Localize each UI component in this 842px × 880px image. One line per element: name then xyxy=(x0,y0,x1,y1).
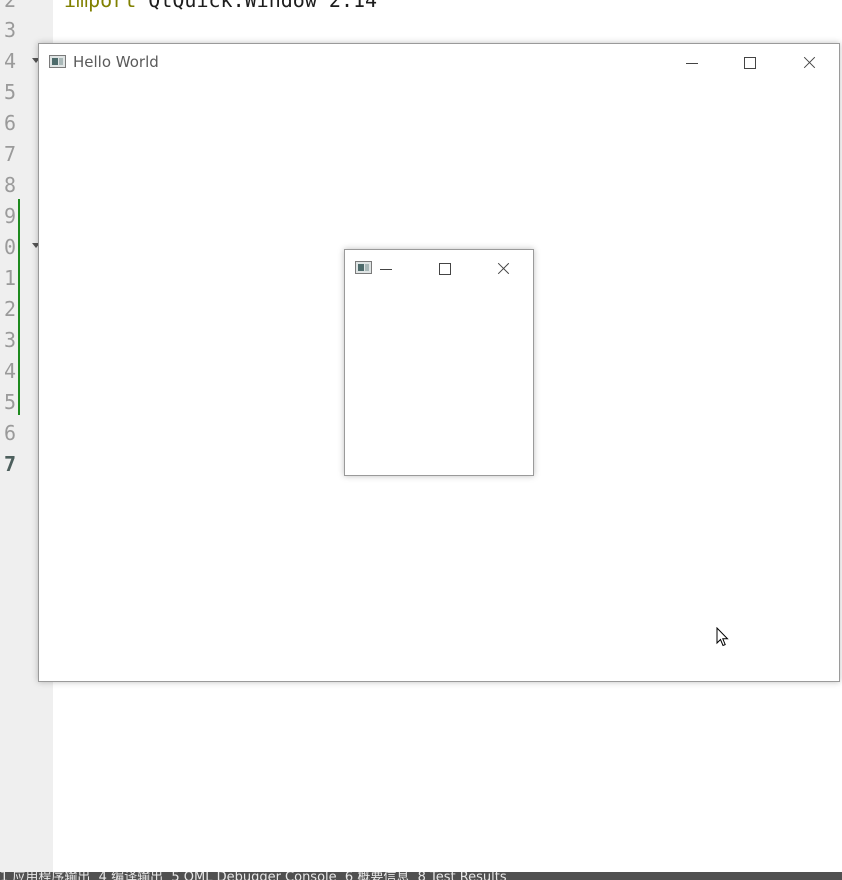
line-number: 5 xyxy=(3,390,16,414)
line-number: 3 xyxy=(3,18,16,42)
line-number: 6 xyxy=(3,421,16,445)
code-line[interactable]: import QtQuick.Window 2.14 xyxy=(64,0,377,12)
window-title: Hello World xyxy=(73,53,159,71)
minimize-icon[interactable] xyxy=(669,46,715,76)
code-keyword: import xyxy=(64,0,137,12)
line-number: 1 xyxy=(3,266,16,290)
line-number-current: 7 xyxy=(3,452,16,476)
line-number: 4 xyxy=(3,359,16,383)
child-window xyxy=(344,249,534,476)
maximize-icon[interactable] xyxy=(422,252,468,282)
close-icon[interactable] xyxy=(786,46,832,76)
line-number: 2 xyxy=(3,297,16,321)
line-number: 5 xyxy=(3,80,16,104)
close-icon[interactable] xyxy=(480,252,526,282)
child-window-titlebar[interactable] xyxy=(345,250,533,286)
line-number: 0 xyxy=(3,235,16,259)
output-tabs-label[interactable]: 1 应用程序输出 4 编译输出 5 QML Debugger Console 6… xyxy=(0,872,515,880)
minimize-icon[interactable] xyxy=(363,252,409,282)
line-number: 4 xyxy=(3,49,16,73)
app-window-icon[interactable] xyxy=(49,55,66,68)
line-number: 6 xyxy=(3,111,16,135)
line-number: 7 xyxy=(3,142,16,166)
line-number: 2 xyxy=(3,0,16,12)
main-window-titlebar[interactable]: Hello World xyxy=(39,44,839,80)
change-indicator-bar xyxy=(18,199,20,415)
mouse-pointer-icon xyxy=(716,627,729,647)
code-text: QtQuick.Window 2.14 xyxy=(136,0,378,12)
line-number: 3 xyxy=(3,328,16,352)
maximize-icon[interactable] xyxy=(727,46,773,76)
output-pane-tabs: 1 应用程序输出 4 编译输出 5 QML Debugger Console 6… xyxy=(0,872,842,880)
line-number: 9 xyxy=(3,204,16,228)
line-number: 8 xyxy=(3,173,16,197)
